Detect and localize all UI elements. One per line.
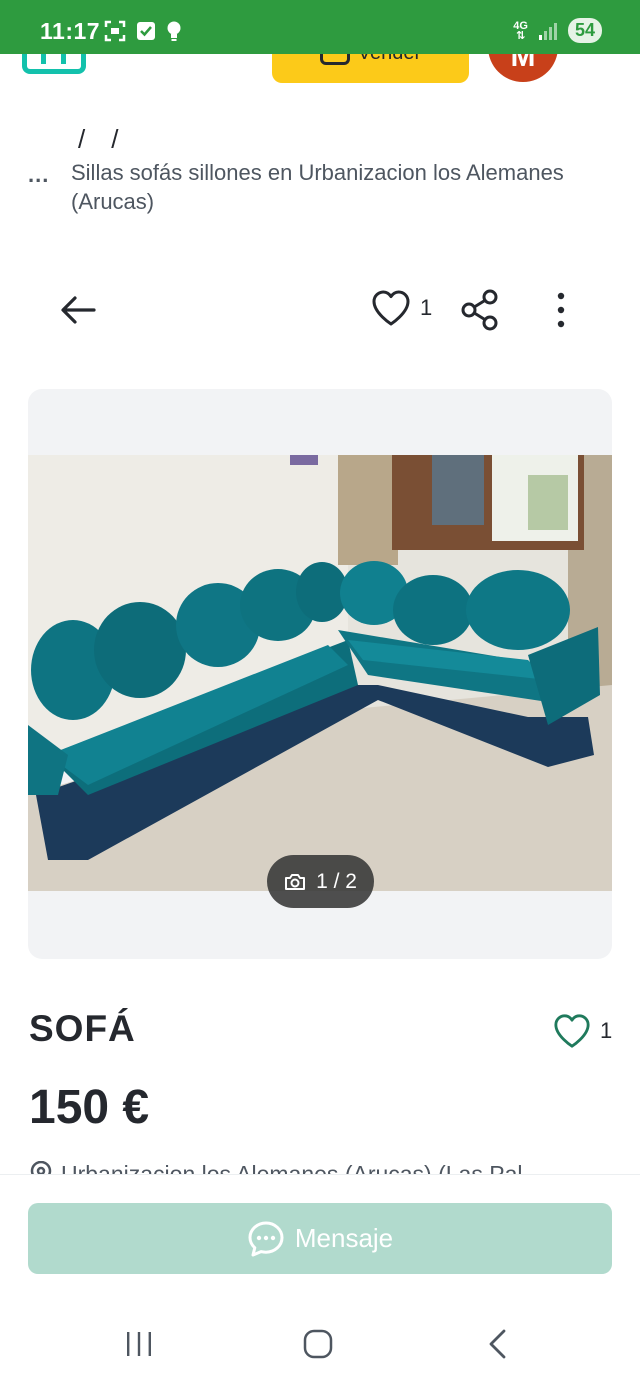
- back-arrow-icon[interactable]: [58, 290, 98, 330]
- network-label: 4G: [513, 19, 528, 32]
- status-bar: 11:17 4G ⇅ 54: [0, 0, 640, 54]
- status-system-icons: 4G ⇅ 54: [513, 18, 602, 43]
- system-navigation-bar: [0, 1294, 640, 1387]
- sell-button[interactable]: Vender: [272, 54, 469, 83]
- data-arrows-icon: ⇅: [516, 29, 526, 42]
- breadcrumb-separators: / /: [78, 124, 118, 155]
- lightbulb-icon: [167, 21, 181, 41]
- favorite-button[interactable]: 1: [370, 288, 432, 328]
- product-favorite-count: 1: [600, 1018, 613, 1043]
- favorite-count: 1: [420, 295, 433, 320]
- checkbox-icon: [137, 22, 155, 40]
- product-location[interactable]: Urbanizacion los Alemanes (Arucas) (Las …: [29, 1158, 609, 1174]
- chat-bubble-icon: [248, 1221, 284, 1256]
- item-action-bar: 1: [0, 280, 640, 340]
- camera-icon: [285, 873, 306, 890]
- heart-icon: [554, 1014, 590, 1048]
- message-button-label: Mensaje: [294, 1223, 394, 1253]
- network-indicator: 4G ⇅: [513, 19, 528, 42]
- breadcrumb-current[interactable]: Sillas sofás sillones en Urbanizacion lo…: [71, 158, 591, 216]
- photo-counter-label: 1 / 2: [316, 869, 357, 893]
- product-location-text: Urbanizacion los Alemanes (Arucas) (Las …: [61, 1161, 523, 1174]
- screenshot-icon: [104, 20, 126, 42]
- share-icon[interactable]: [458, 288, 502, 332]
- user-avatar[interactable]: M: [488, 54, 558, 82]
- battery-indicator: 54: [567, 18, 602, 43]
- status-time: 11:17: [40, 18, 101, 44]
- photo-counter: 1 / 2: [267, 855, 374, 908]
- status-notification-icons: [104, 20, 182, 42]
- signal-icon: [538, 22, 557, 40]
- heart-icon: [372, 290, 410, 326]
- product-title: SOFÁ: [29, 1008, 136, 1049]
- product-price: 150 €: [29, 1081, 150, 1134]
- recent-apps-icon[interactable]: [124, 1330, 154, 1358]
- location-pin-icon: [30, 1161, 52, 1174]
- product-photo[interactable]: [28, 455, 612, 891]
- nav-back-icon[interactable]: [484, 1328, 512, 1360]
- breadcrumb-separator: /: [111, 124, 119, 154]
- more-vertical-icon[interactable]: [546, 288, 576, 332]
- app-header: Vender M: [0, 54, 640, 84]
- sell-button-label: Vender: [358, 54, 421, 65]
- message-button[interactable]: Mensaje: [28, 1203, 612, 1274]
- home-icon[interactable]: [302, 1328, 334, 1360]
- bottom-action-bar: Mensaje: [0, 1174, 640, 1294]
- product-favorite-button[interactable]: 1: [552, 1012, 612, 1050]
- image-gallery[interactable]: 1 / 2: [28, 389, 612, 959]
- sell-plus-icon: [319, 54, 350, 65]
- wallapop-logo[interactable]: [22, 54, 86, 74]
- breadcrumb-separator: /: [78, 124, 86, 154]
- breadcrumb-ellipsis[interactable]: ...: [28, 162, 49, 188]
